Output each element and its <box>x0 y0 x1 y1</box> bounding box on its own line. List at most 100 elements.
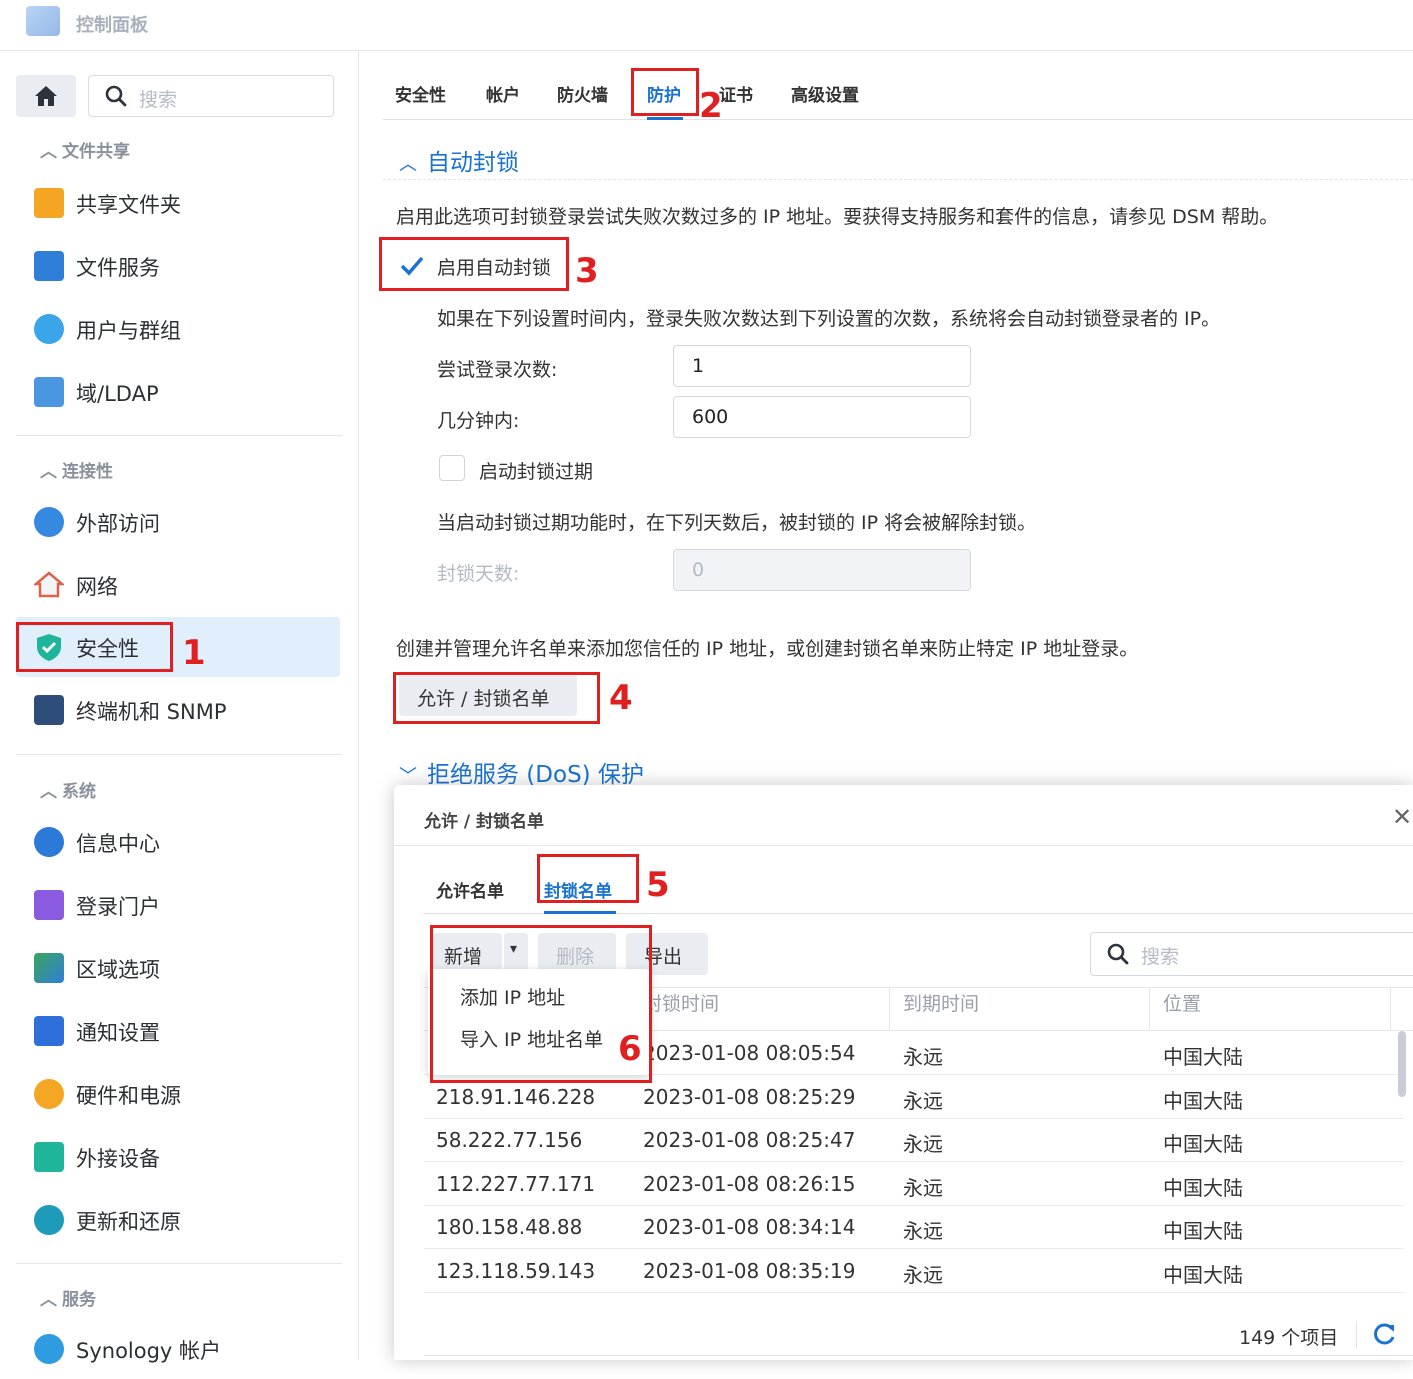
annotation-box-4 <box>393 672 600 724</box>
sidebar-item-label: 域/LDAP <box>76 382 159 406</box>
dos-section-header[interactable]: ﹀ 拒绝服务 (DoS) 保护 <box>399 755 644 789</box>
control-panel-logo-icon <box>26 6 60 36</box>
cell-ip: 218.91.146.228 <box>436 1085 596 1109</box>
expiry-description: 当启动封锁过期功能时，在下列天数后，被封锁的 IP 将会被解除封锁。 <box>437 512 1037 534</box>
close-icon[interactable]: ✕ <box>1392 803 1412 831</box>
annotation-number-1: 1 <box>182 633 206 673</box>
section-header-system[interactable]: ︿ 系统 <box>40 777 96 802</box>
minutes-input[interactable]: 600 <box>673 396 971 438</box>
sidebar-item-label: 终端机和 SNMP <box>76 700 227 724</box>
hardware-power-icon <box>34 1079 64 1109</box>
search-icon <box>105 85 127 107</box>
cell-block-time: 2023-01-08 08:26:15 <box>643 1172 856 1196</box>
table-row[interactable]: 180.158.48.88 2023-01-08 08:34:14 永远 中国大… <box>424 1205 1404 1249</box>
network-house-icon <box>34 571 64 598</box>
sidebar-item-label: 更新和还原 <box>76 1210 181 1234</box>
chevron-up-icon: ︿ <box>40 782 57 802</box>
sidebar-item-terminal-snmp[interactable]: 终端机和 SNMP <box>16 680 340 740</box>
column-header-location[interactable]: 位置 <box>1163 989 1201 1016</box>
sidebar-item-notification[interactable]: 通知设置 <box>16 1001 340 1061</box>
chevron-up-icon: ︿ <box>40 1290 57 1310</box>
cell-block-time: 2023-01-08 08:35:19 <box>643 1259 856 1283</box>
users-groups-icon <box>34 314 64 344</box>
attempts-input[interactable]: 1 <box>673 345 971 387</box>
table-scrollbar[interactable] <box>1398 1031 1406 1097</box>
terminal-icon <box>34 695 64 725</box>
home-icon <box>35 86 57 106</box>
sidebar-item-login-portal[interactable]: 登录门户 <box>16 875 340 935</box>
tab-certificate[interactable]: 证书 <box>719 81 753 106</box>
cell-ip: 180.158.48.88 <box>436 1215 583 1239</box>
sidebar-item-info-center[interactable]: 信息中心 <box>16 812 340 872</box>
external-access-icon <box>34 507 64 537</box>
annotation-number-3: 3 <box>575 251 599 291</box>
domain-ldap-icon <box>34 377 64 407</box>
annotation-number-2: 2 <box>699 86 723 126</box>
notification-icon <box>34 1016 64 1046</box>
sidebar-item-hardware-power[interactable]: 硬件和电源 <box>16 1064 340 1124</box>
cell-location: 中国大陆 <box>1163 1089 1243 1113</box>
sidebar-divider <box>16 435 342 436</box>
tab-account[interactable]: 帐户 <box>486 81 520 106</box>
autoblock-section-header[interactable]: ︿ 自动封锁 <box>399 143 519 177</box>
home-button[interactable] <box>16 75 76 117</box>
sidebar-item-users-groups[interactable]: 用户与群组 <box>16 299 340 359</box>
sidebar-item-file-services[interactable]: 文件服务 <box>16 236 340 296</box>
enable-expiry-checkbox[interactable] <box>439 455 465 481</box>
sidebar-item-label: 外部访问 <box>76 512 160 536</box>
sidebar-item-label: 通知设置 <box>76 1021 160 1045</box>
tab-firewall[interactable]: 防火墙 <box>557 81 608 106</box>
cell-location: 中国大陆 <box>1163 1219 1243 1243</box>
sidebar-item-network[interactable]: 网络 <box>16 555 340 615</box>
sidebar-item-synology-account[interactable]: Synology 帐户 <box>16 1319 340 1379</box>
update-restore-icon <box>34 1205 64 1235</box>
block-days-input[interactable]: 0 <box>673 549 971 591</box>
cell-block-time: 2023-01-08 08:34:14 <box>643 1215 856 1239</box>
sidebar-item-label: 硬件和电源 <box>76 1084 181 1108</box>
sidebar-item-regional-options[interactable]: 区域选项 <box>16 938 340 998</box>
autoblock-description: 启用此选项可封锁登录尝试失败次数过多的 IP 地址。要获得支持服务和套件的信息，… <box>396 206 1279 228</box>
table-row[interactable]: 112.227.77.171 2023-01-08 08:26:15 永远 中国… <box>424 1162 1404 1206</box>
annotation-number-4: 4 <box>609 678 633 718</box>
tab-allow-list[interactable]: 允许名单 <box>436 877 504 902</box>
chevron-up-icon: ︿ <box>40 462 57 482</box>
cell-expire-time: 永远 <box>903 1219 943 1243</box>
sidebar-item-external-devices[interactable]: 外接设备 <box>16 1127 340 1187</box>
sidebar-item-shared-folder[interactable]: 共享文件夹 <box>16 173 340 233</box>
sidebar-divider <box>16 1263 342 1264</box>
sidebar-item-external-access[interactable]: 外部访问 <box>16 492 340 552</box>
cell-expire-time: 永远 <box>903 1132 943 1156</box>
block-days-label: 封锁天数: <box>437 563 520 585</box>
annotation-number-6: 6 <box>618 1029 642 1069</box>
column-header-expire-time[interactable]: 到期时间 <box>903 989 979 1016</box>
table-row[interactable]: 123.118.59.143 2023-01-08 08:35:19 永远 中国… <box>424 1249 1404 1293</box>
cell-location: 中国大陆 <box>1163 1132 1243 1156</box>
cell-location: 中国大陆 <box>1163 1045 1243 1069</box>
autoblock-rule-description: 如果在下列设置时间内，登录失败次数达到下列设置的次数，系统将会自动封锁登录者的 … <box>437 308 1221 330</box>
column-separator <box>1149 988 1150 1030</box>
sidebar-search-input[interactable]: 搜索 <box>88 75 334 117</box>
regional-options-icon <box>34 953 64 983</box>
tab-security[interactable]: 安全性 <box>395 81 446 106</box>
column-separator <box>1390 988 1391 1030</box>
section-header-services[interactable]: ︿ 服务 <box>40 1285 96 1310</box>
cell-block-time: 2023-01-08 08:25:47 <box>643 1128 856 1152</box>
sidebar-item-domain-ldap[interactable]: 域/LDAP <box>16 362 340 422</box>
block-list-search-input[interactable]: 搜索 <box>1090 932 1413 976</box>
cell-expire-time: 永远 <box>903 1176 943 1200</box>
chevron-up-icon: ︿ <box>399 154 417 175</box>
sidebar-item-label: 区域选项 <box>76 958 160 982</box>
allow-block-list-description: 创建并管理允许名单来添加您信任的 IP 地址，或创建封锁名单来防止特定 IP 地… <box>396 638 1139 660</box>
refresh-icon[interactable] <box>1372 1321 1398 1347</box>
section-header-connectivity[interactable]: ︿ 连接性 <box>40 457 113 482</box>
table-row[interactable]: 58.222.77.156 2023-01-08 08:25:47 永远 中国大… <box>424 1118 1404 1162</box>
annotation-number-5: 5 <box>646 865 670 905</box>
attempts-label: 尝试登录次数: <box>437 359 558 381</box>
column-header-block-time[interactable]: 封锁时间 <box>643 989 719 1016</box>
sidebar-item-update-restore[interactable]: 更新和还原 <box>16 1190 340 1250</box>
tab-advanced[interactable]: 高级设置 <box>791 81 859 106</box>
chevron-down-icon: ﹀ <box>399 766 417 787</box>
annotation-box-3 <box>379 237 569 291</box>
section-header-file-sharing[interactable]: ︿ 文件共享 <box>40 137 130 162</box>
cell-expire-time: 永远 <box>903 1045 943 1069</box>
